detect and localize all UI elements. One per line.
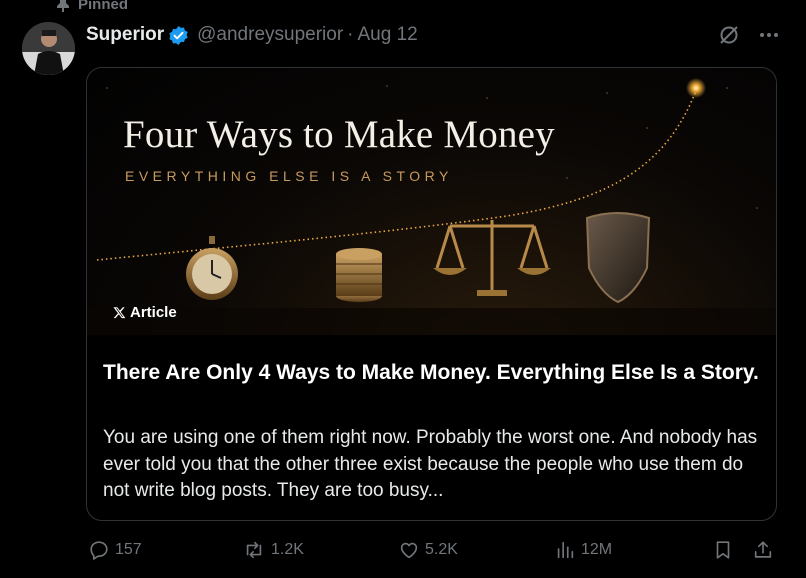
bookmark-icon	[712, 539, 734, 561]
author-name[interactable]: Superior	[86, 24, 164, 46]
repost-icon	[242, 539, 266, 561]
reply-icon	[88, 539, 110, 561]
grok-icon[interactable]	[718, 24, 740, 46]
pinned-label: Pinned	[78, 0, 129, 13]
cover-title: Four Ways to Make Money	[123, 113, 555, 156]
article-cover-image[interactable]: Four Ways to Make Money EVERYTHING ELSE …	[87, 68, 776, 335]
article-description: You are using one of them right now. Pro…	[103, 427, 758, 501]
like-count: 5.2K	[425, 541, 458, 558]
views-button[interactable]: 12M	[554, 536, 612, 564]
tweet-actions: 157 1.2K 5.2K 12M	[86, 536, 790, 564]
article-title[interactable]: There Are Only 4 Ways to Make Money. Eve…	[103, 360, 763, 386]
article-tag: Article	[113, 304, 177, 321]
post-date[interactable]: Aug 12	[357, 24, 417, 46]
reply-button[interactable]: 157	[88, 536, 142, 564]
repost-button[interactable]: 1.2K	[242, 536, 304, 564]
reply-count: 157	[115, 541, 142, 558]
tweet-header: Superior @andreysuperior · Aug 12	[86, 22, 418, 48]
more-icon[interactable]	[758, 24, 780, 46]
bookmark-button[interactable]	[712, 536, 734, 564]
verified-badge-icon[interactable]	[168, 25, 189, 46]
cover-subtitle: EVERYTHING ELSE IS A STORY	[125, 168, 453, 184]
pinned-indicator: Pinned	[56, 0, 128, 14]
article-tag-label: Article	[130, 304, 177, 321]
share-button[interactable]	[752, 536, 774, 564]
repost-count: 1.2K	[271, 541, 304, 558]
views-count: 12M	[581, 541, 613, 558]
pin-icon	[56, 0, 70, 12]
author-handle[interactable]: @andreysuperior	[197, 24, 343, 46]
share-icon	[752, 539, 774, 561]
article-card[interactable]: Four Ways to Make Money EVERYTHING ELSE …	[86, 67, 777, 521]
top-actions	[718, 22, 780, 48]
x-logo-icon	[113, 306, 126, 319]
separator-dot: ·	[347, 24, 354, 45]
avatar[interactable]	[22, 22, 75, 75]
like-button[interactable]: 5.2K	[398, 536, 458, 564]
views-icon	[554, 539, 576, 561]
like-icon	[398, 539, 420, 561]
